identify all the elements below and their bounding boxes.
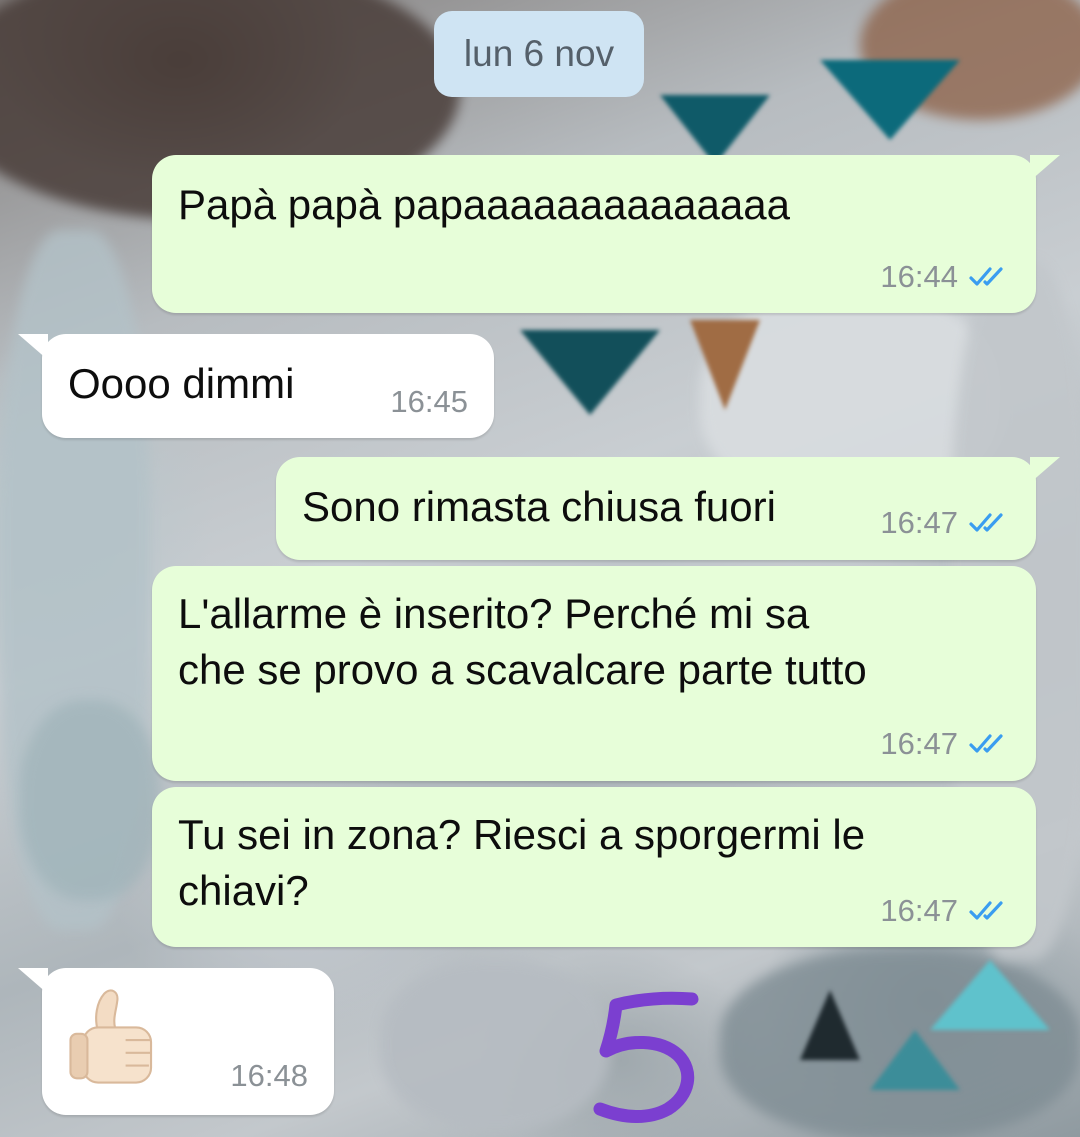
message-meta: 16:47 bbox=[880, 505, 1012, 541]
message-time: 16:47 bbox=[880, 893, 958, 928]
message-time: 16:47 bbox=[880, 505, 958, 540]
message-meta: 16:47 bbox=[880, 893, 1012, 929]
read-receipt-icon bbox=[969, 267, 1003, 286]
message-time: 16:44 bbox=[880, 259, 958, 294]
message-meta: 16:48 bbox=[230, 1058, 308, 1094]
message-meta: 16:47 bbox=[880, 726, 1012, 762]
message-time: 16:45 bbox=[390, 384, 468, 419]
message-bubble-incoming[interactable]: Oooo dimmi 16:45 bbox=[18, 334, 494, 438]
read-receipt-icon bbox=[969, 901, 1003, 920]
message-time: 16:48 bbox=[230, 1058, 308, 1093]
message-time: 16:47 bbox=[880, 726, 958, 761]
message-text: L'allarme è inserito? Perché mi sa che s… bbox=[178, 590, 867, 693]
read-receipt-icon bbox=[969, 513, 1003, 532]
thumbs-up-icon bbox=[69, 989, 153, 1084]
message-bubble-outgoing[interactable]: Sono rimasta chiusa fuori 16:47 bbox=[276, 457, 1060, 560]
message-bubble-outgoing[interactable]: Papà papà papaaaaaaaaaaaaaa 16:44 bbox=[152, 155, 1060, 313]
message-meta: 16:44 bbox=[880, 259, 1012, 295]
date-label: lun 6 nov bbox=[463, 33, 615, 74]
message-bubble-outgoing[interactable]: L'allarme è inserito? Perché mi sa che s… bbox=[152, 566, 1036, 781]
message-text: Oooo dimmi bbox=[68, 360, 295, 407]
message-text: Papà papà papaaaaaaaaaaaaaa bbox=[178, 181, 790, 228]
date-separator: lun 6 nov bbox=[434, 11, 644, 97]
message-text: Tu sei in zona? Riesci a sporgermi le ch… bbox=[178, 811, 866, 914]
message-bubble-outgoing[interactable]: Tu sei in zona? Riesci a sporgermi le ch… bbox=[152, 787, 1036, 947]
message-text: Sono rimasta chiusa fuori bbox=[302, 483, 776, 530]
message-meta: 16:45 bbox=[390, 384, 468, 420]
read-receipt-icon bbox=[969, 734, 1003, 753]
handwritten-number-5-icon bbox=[593, 991, 699, 1123]
